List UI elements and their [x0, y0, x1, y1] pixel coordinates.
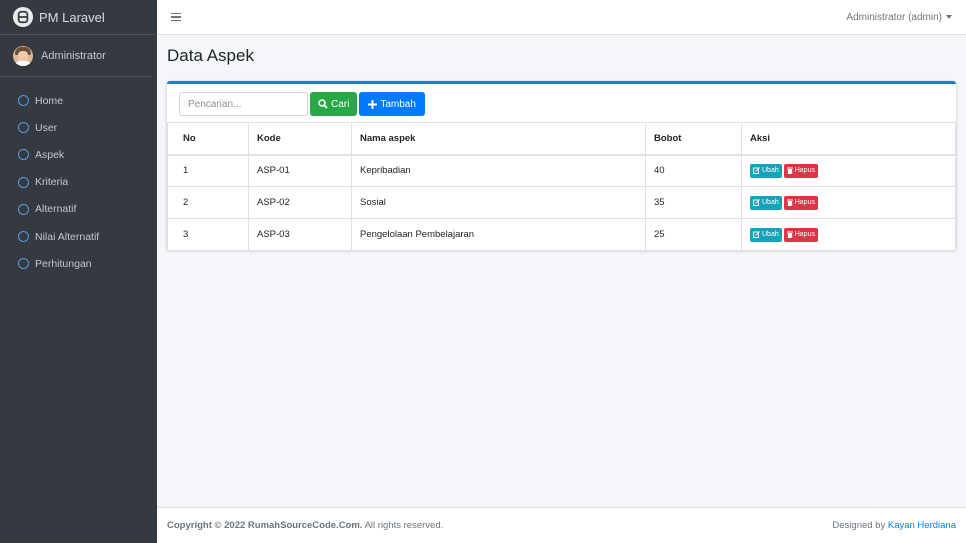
brand-logo-icon	[13, 7, 33, 27]
footer-copyright: Copyright © 2022 RumahSourceCode.Com. Al…	[167, 520, 443, 531]
cell-bobot: 40	[645, 154, 742, 187]
circle-icon	[18, 258, 29, 270]
sidebar-item-aspek[interactable]: Aspek	[0, 141, 157, 168]
edit-button[interactable]: Ubah	[750, 227, 782, 242]
user-menu-label: Administrator (admin)	[846, 11, 942, 23]
cell-no: 1	[167, 154, 249, 187]
table-header-row: No Kode Nama aspek Bobot Aksi	[167, 122, 956, 156]
edit-icon	[753, 167, 760, 175]
table-row: 2 ASP-02 Sosial 35 Ubah Hapus	[167, 186, 956, 219]
add-button[interactable]: Tambah	[359, 92, 425, 116]
cell-aksi: Ubah Hapus	[741, 218, 956, 251]
trash-icon	[786, 167, 793, 175]
sidebar-item-label: Alternatif	[35, 203, 77, 216]
sidebar-item-label: Perhitungan	[35, 257, 92, 270]
edit-button-label: Ubah	[762, 199, 779, 206]
toolbar: Cari Tambah	[179, 92, 425, 116]
cell-aksi: Ubah Hapus	[741, 186, 956, 219]
sidebar-item-user[interactable]: User	[0, 114, 157, 141]
sidebar-item-perhitungan[interactable]: Perhitungan	[0, 250, 157, 277]
plus-icon	[368, 99, 378, 109]
edit-button-label: Ubah	[762, 167, 779, 175]
cell-nama: Kepribadian	[351, 154, 646, 187]
search-input[interactable]	[179, 92, 308, 116]
cell-kode: ASP-03	[248, 218, 352, 251]
cell-kode: ASP-02	[248, 186, 352, 219]
sidebar: PM Laravel Administrator Home User Aspek…	[0, 0, 157, 543]
cell-aksi: Ubah Hapus	[741, 154, 956, 187]
trash-icon	[786, 231, 793, 238]
cell-no: 2	[167, 186, 249, 219]
edit-icon	[753, 231, 760, 238]
data-card: Cari Tambah No Kode Nama aspek Bobot Aks…	[167, 81, 956, 251]
column-header-nama: Nama aspek	[351, 122, 646, 156]
footer-credit: Designed by Kayan Herdiana	[832, 520, 956, 531]
copyright-text: Copyright © 2022 RumahSourceCode.Com.	[167, 520, 363, 531]
cell-bobot: 25	[645, 218, 742, 251]
circle-icon	[18, 95, 29, 107]
user-menu-dropdown[interactable]: Administrator (admin)	[846, 12, 952, 23]
add-button-label: Tambah	[380, 98, 416, 110]
sidebar-item-label: Nilai Alternatif	[35, 230, 100, 243]
sidebar-item-kriteria[interactable]: Kriteria	[0, 169, 157, 196]
sidebar-item-label: Kriteria	[35, 176, 69, 189]
cell-nama: Sosial	[351, 186, 646, 219]
sidebar-item-nilai-alternatif[interactable]: Nilai Alternatif	[0, 223, 157, 250]
circle-icon	[18, 149, 29, 161]
delete-button-label: Hapus	[794, 199, 815, 206]
edit-button[interactable]: Ubah	[750, 163, 782, 178]
delete-button[interactable]: Hapus	[783, 195, 818, 210]
column-header-kode: Kode	[248, 122, 352, 156]
footer: Copyright © 2022 RumahSourceCode.Com. Al…	[157, 507, 966, 543]
sidebar-item-home[interactable]: Home	[0, 87, 157, 114]
brand-text: PM Laravel	[39, 9, 105, 25]
user-panel-name: Administrator	[41, 49, 106, 62]
delete-button-label: Hapus	[794, 231, 815, 238]
column-header-bobot: Bobot	[645, 122, 742, 156]
cell-kode: ASP-01	[248, 154, 352, 187]
circle-icon	[18, 203, 29, 215]
sidebar-item-label: Home	[35, 94, 64, 107]
delete-button[interactable]: Hapus	[783, 227, 818, 242]
circle-icon	[18, 231, 29, 243]
table-row: 1 ASP-01 Kepribadian 40 Ubah Hapus	[167, 154, 956, 187]
designed-by-text: Designed by	[832, 520, 886, 531]
cell-nama: Pengelolaan Pembelajaran	[351, 218, 646, 251]
cell-no: 3	[167, 218, 249, 251]
sidebar-nav: Home User Aspek Kriteria Alternatif Nila…	[0, 77, 157, 277]
sidebar-item-label: User	[35, 121, 58, 134]
search-button[interactable]: Cari	[310, 92, 358, 116]
topbar: Administrator (admin)	[157, 0, 966, 35]
menu-toggle-icon[interactable]	[171, 13, 181, 21]
search-icon	[318, 99, 328, 109]
delete-button-label: Hapus	[794, 167, 815, 175]
caret-down-icon	[946, 15, 952, 19]
rights-text: All rights reserved.	[364, 520, 444, 531]
designer-link[interactable]: Kayan Herdiana	[888, 520, 956, 531]
edit-button[interactable]: Ubah	[750, 195, 782, 210]
circle-icon	[18, 122, 29, 134]
edit-button-label: Ubah	[762, 231, 779, 238]
sidebar-item-label: Aspek	[35, 148, 65, 161]
column-header-no: No	[167, 122, 249, 156]
avatar	[13, 45, 33, 66]
brand-link[interactable]: PM Laravel	[0, 0, 157, 35]
sidebar-item-alternatif[interactable]: Alternatif	[0, 196, 157, 223]
user-panel[interactable]: Administrator	[0, 35, 152, 77]
column-header-aksi: Aksi	[741, 122, 956, 156]
page-title: Data Aspek	[167, 46, 254, 65]
search-button-label: Cari	[331, 98, 350, 110]
edit-icon	[753, 199, 760, 206]
table-row: 3 ASP-03 Pengelolaan Pembelajaran 25 Uba…	[167, 218, 956, 251]
delete-button[interactable]: Hapus	[783, 163, 818, 178]
trash-icon	[786, 199, 793, 206]
aspek-table: No Kode Nama aspek Bobot Aksi 1 ASP-01 K…	[167, 122, 956, 251]
cell-bobot: 35	[645, 186, 742, 219]
circle-icon	[18, 176, 29, 188]
